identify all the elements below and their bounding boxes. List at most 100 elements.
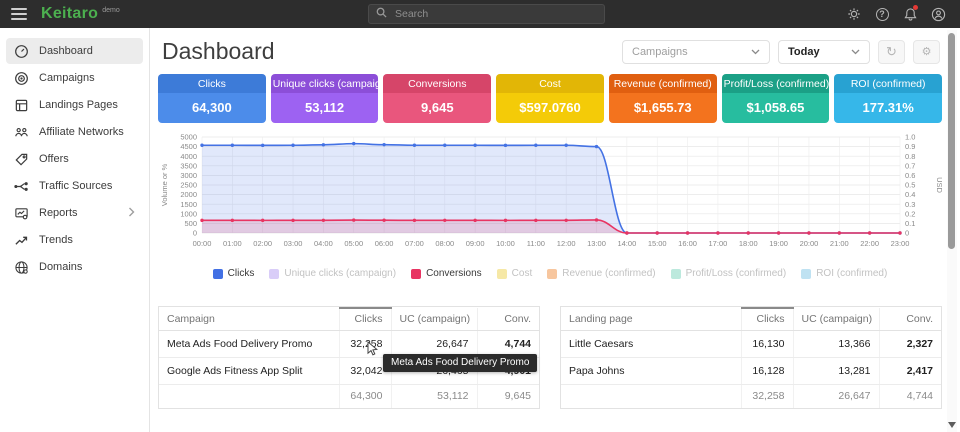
search-icon <box>376 5 387 23</box>
table-header-row: Campaign Clicks UC (campaign) Conv. <box>159 308 539 331</box>
split-icon <box>14 179 29 194</box>
search-box[interactable] <box>368 4 605 24</box>
stat-card-profit-loss[interactable]: Profit/Loss (confirmed) $1,058.65 <box>722 74 830 123</box>
legend-conversions[interactable]: Conversions <box>411 268 482 279</box>
stat-card-cost[interactable]: Cost $597.0760 <box>496 74 604 123</box>
search-input[interactable] <box>393 7 597 21</box>
sidebar-item-domains[interactable]: Domains <box>6 254 143 280</box>
svg-text:10:00: 10:00 <box>496 239 515 248</box>
table-header-row: Landing page Clicks UC (campaign) Conv. <box>561 308 941 331</box>
sidebar-item-traffic-sources[interactable]: Traffic Sources <box>6 173 143 199</box>
stat-card-clicks[interactable]: Clicks 64,300 <box>158 74 266 123</box>
stat-cards: Clicks 64,300 Unique clicks (campaign) 5… <box>158 74 942 123</box>
column-header-uc[interactable]: UC (campaign) <box>793 308 879 331</box>
landing-pages-table: Landing page Clicks UC (campaign) Conv. … <box>560 306 942 409</box>
svg-text:08:00: 08:00 <box>435 239 454 248</box>
stat-card-roi[interactable]: ROI (confirmed) 177.31% <box>834 74 942 123</box>
scrollbar[interactable] <box>947 30 957 432</box>
main-content: Dashboard Campaigns Today ↻ ⚙ Clicks 64,… <box>150 28 960 432</box>
svg-text:05:00: 05:00 <box>344 239 363 248</box>
svg-text:0.8: 0.8 <box>905 152 915 161</box>
page-icon <box>14 98 29 113</box>
column-header-conv[interactable]: Conv. <box>477 308 539 331</box>
column-header-landing-page[interactable]: Landing page <box>561 308 741 331</box>
sidebar-item-reports[interactable]: Reports <box>6 200 143 226</box>
scroll-down-arrow-icon[interactable] <box>948 422 956 428</box>
campaigns-filter-select[interactable]: Campaigns <box>622 40 770 64</box>
legend-clicks[interactable]: Clicks <box>213 268 255 279</box>
sidebar-item-affiliate-networks[interactable]: Affiliate Networks <box>6 119 143 145</box>
dashboard-settings-button[interactable]: ⚙ <box>913 40 940 64</box>
logo-text: Keitaro <box>41 6 98 22</box>
table-row[interactable]: Little Caesars 16,130 13,366 2,327 <box>561 331 941 358</box>
sidebar-item-trends[interactable]: Trends <box>6 227 143 253</box>
legend-profit-loss[interactable]: Profit/Loss (confirmed) <box>671 268 787 279</box>
notification-badge <box>913 5 918 10</box>
column-header-conv[interactable]: Conv. <box>879 308 941 331</box>
svg-text:21:00: 21:00 <box>830 239 849 248</box>
column-header-uc[interactable]: UC (campaign) <box>391 308 477 331</box>
sidebar-item-landings-pages[interactable]: Landings Pages <box>6 92 143 118</box>
svg-text:13:00: 13:00 <box>587 239 606 248</box>
legend-unique-clicks[interactable]: Unique clicks (campaign) <box>269 268 396 279</box>
legend-roi[interactable]: ROI (confirmed) <box>801 268 887 279</box>
stat-card-unique-clicks[interactable]: Unique clicks (campaign) 53,112 <box>271 74 379 123</box>
svg-text:0.5: 0.5 <box>905 181 915 190</box>
sidebar: Dashboard Campaigns Landings Pages Affil… <box>0 28 150 432</box>
svg-text:02:00: 02:00 <box>253 239 272 248</box>
scrollbar-thumb[interactable] <box>948 33 955 249</box>
settings-icon[interactable] <box>846 6 862 22</box>
svg-text:17:00: 17:00 <box>709 239 728 248</box>
legend-revenue[interactable]: Revenue (confirmed) <box>547 268 655 279</box>
svg-text:4500: 4500 <box>180 142 197 151</box>
sidebar-item-campaigns[interactable]: Campaigns <box>6 65 143 91</box>
svg-text:4000: 4000 <box>180 152 197 161</box>
svg-text:1500: 1500 <box>180 200 197 209</box>
row-tooltip: Meta Ads Food Delivery Promo <box>383 354 537 372</box>
refresh-button[interactable]: ↻ <box>878 40 905 64</box>
column-header-clicks[interactable]: Clicks <box>339 308 391 331</box>
svg-text:16:00: 16:00 <box>678 239 697 248</box>
page-title: Dashboard <box>162 38 275 65</box>
svg-text:01:00: 01:00 <box>223 239 242 248</box>
chevron-down-icon <box>851 46 860 58</box>
svg-text:00:00: 00:00 <box>193 239 212 248</box>
svg-text:03:00: 03:00 <box>284 239 303 248</box>
app-logo[interactable]: Keitaro demo <box>41 6 120 22</box>
traffic-chart[interactable]: 005000.110000.215000.320000.425000.53000… <box>158 131 942 263</box>
column-header-campaign[interactable]: Campaign <box>159 308 339 331</box>
stat-card-conversions[interactable]: Conversions 9,645 <box>383 74 491 123</box>
column-header-clicks[interactable]: Clicks <box>741 308 793 331</box>
svg-text:0: 0 <box>193 229 197 238</box>
svg-text:14:00: 14:00 <box>617 239 636 248</box>
svg-text:0.1: 0.1 <box>905 219 915 228</box>
trend-icon <box>14 233 29 248</box>
account-icon[interactable] <box>930 6 946 22</box>
gauge-icon <box>14 44 29 59</box>
stat-card-revenue[interactable]: Revenue (confirmed) $1,655.73 <box>609 74 717 123</box>
svg-text:09:00: 09:00 <box>466 239 485 248</box>
svg-text:0.4: 0.4 <box>905 190 915 199</box>
svg-text:3000: 3000 <box>180 171 197 180</box>
legend-cost[interactable]: Cost <box>497 268 533 279</box>
target-icon <box>14 71 29 86</box>
table-total-row: 32,258 26,647 4,744 <box>561 385 941 409</box>
svg-text:1.0: 1.0 <box>905 133 915 142</box>
svg-text:2500: 2500 <box>180 181 197 190</box>
tag-icon <box>14 152 29 167</box>
help-icon[interactable]: ? <box>874 6 890 22</box>
report-icon <box>14 206 29 221</box>
svg-text:0.3: 0.3 <box>905 200 915 209</box>
svg-text:12:00: 12:00 <box>557 239 576 248</box>
refresh-icon: ↻ <box>886 44 897 60</box>
svg-text:Volume or %: Volume or % <box>160 163 169 206</box>
svg-text:500: 500 <box>184 219 197 228</box>
sidebar-item-offers[interactable]: Offers <box>6 146 143 172</box>
period-filter-select[interactable]: Today <box>778 40 870 64</box>
svg-text:15:00: 15:00 <box>648 239 667 248</box>
notifications-icon[interactable] <box>902 6 918 22</box>
sidebar-item-dashboard[interactable]: Dashboard <box>6 38 143 64</box>
table-row[interactable]: Papa Johns 16,128 13,281 2,417 <box>561 358 941 385</box>
svg-text:0.9: 0.9 <box>905 142 915 151</box>
menu-icon[interactable] <box>11 8 27 20</box>
